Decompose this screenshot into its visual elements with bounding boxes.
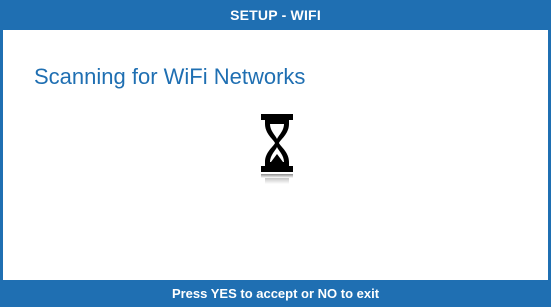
setup-wifi-screen: SETUP - WIFI Scanning for WiFi Networks <box>0 0 551 307</box>
screen-title: SETUP - WIFI <box>230 7 321 23</box>
title-bar: SETUP - WIFI <box>0 0 551 30</box>
hourglass-icon <box>261 114 293 184</box>
scanning-status-text: Scanning for WiFi Networks <box>34 64 306 89</box>
content-panel: Scanning for WiFi Networks <box>3 30 548 280</box>
footer-bar: Press YES to accept or NO to exit <box>0 280 551 307</box>
footer-instruction: Press YES to accept or NO to exit <box>171 286 380 301</box>
